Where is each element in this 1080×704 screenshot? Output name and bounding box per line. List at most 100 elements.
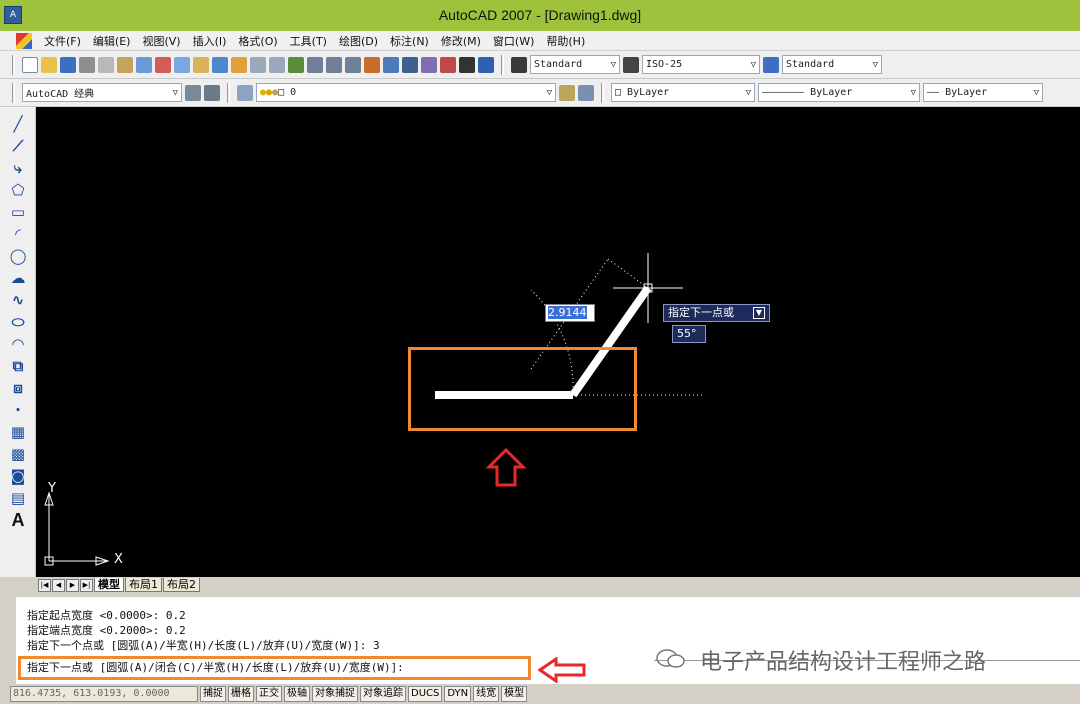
3d-dwf-icon[interactable] bbox=[136, 56, 152, 73]
tab-layout1[interactable]: 布局1 bbox=[125, 578, 162, 592]
toggle-grid[interactable]: 栅格 bbox=[228, 686, 254, 702]
line-icon[interactable]: ╱ bbox=[0, 113, 36, 135]
toggle-polar[interactable]: 极轴 bbox=[284, 686, 310, 702]
layer-select[interactable]: ●●●□ 0 ▽ bbox=[256, 83, 556, 102]
drawing-canvas[interactable]: Y X 2.9144 指定下一点或 ▼ 55° bbox=[36, 107, 1080, 577]
chevron-down-icon: ▽ bbox=[546, 87, 552, 98]
table-style-select[interactable]: Standard ▽ bbox=[782, 55, 882, 74]
toggle-ducs[interactable]: DUCS bbox=[408, 686, 443, 702]
down-arrow-key-icon[interactable]: ▼ bbox=[753, 307, 765, 319]
block-editor-icon[interactable] bbox=[231, 56, 247, 73]
workspace-select[interactable]: AutoCAD 经典 ▽ bbox=[22, 83, 182, 102]
dim-style-select[interactable]: ISO-25 ▽ bbox=[642, 55, 760, 74]
print-icon[interactable] bbox=[79, 56, 95, 73]
menu-edit[interactable]: 编辑(E) bbox=[87, 33, 137, 49]
next-tab-icon[interactable]: ▶ bbox=[66, 578, 79, 592]
toolbar-grip[interactable] bbox=[12, 82, 15, 103]
zoom-window-icon[interactable] bbox=[326, 56, 342, 73]
linetype-select[interactable]: ——————— ByLayer ▽ bbox=[758, 83, 920, 102]
paste-icon[interactable] bbox=[193, 56, 209, 73]
toolbar-grip[interactable] bbox=[501, 54, 504, 75]
spline-icon[interactable]: ∿ bbox=[0, 289, 36, 311]
menu-modify[interactable]: 修改(M) bbox=[435, 33, 487, 49]
toggle-ortho[interactable]: 正交 bbox=[256, 686, 282, 702]
design-center-icon[interactable] bbox=[383, 56, 399, 73]
make-block-icon[interactable]: ⧈ bbox=[0, 377, 36, 399]
insert-block-icon[interactable]: ⧉ bbox=[0, 355, 36, 377]
dynamic-angle-input[interactable]: 55° bbox=[672, 325, 706, 343]
dynamic-length-input[interactable]: 2.9144 bbox=[545, 304, 595, 322]
revcloud-icon[interactable]: ☁ bbox=[0, 267, 36, 289]
ellipse-icon[interactable]: ⬭ bbox=[0, 311, 36, 333]
open-file-icon[interactable] bbox=[41, 56, 57, 73]
arc-icon[interactable]: ◜ bbox=[0, 223, 36, 245]
match-properties-icon[interactable] bbox=[212, 56, 228, 73]
text-style-select[interactable]: Standard ▽ bbox=[530, 55, 620, 74]
layer-properties-icon[interactable] bbox=[237, 84, 253, 101]
multiline-text-icon[interactable]: A bbox=[0, 509, 36, 531]
calculator-icon[interactable] bbox=[459, 56, 475, 73]
cut-icon[interactable] bbox=[155, 56, 171, 73]
properties-icon[interactable] bbox=[364, 56, 380, 73]
circle-icon[interactable]: ◯ bbox=[0, 245, 36, 267]
toolbar-grip[interactable] bbox=[601, 82, 604, 103]
tab-model[interactable]: 模型 bbox=[94, 578, 124, 592]
pan-icon[interactable] bbox=[288, 56, 304, 73]
first-tab-icon[interactable]: |◀ bbox=[38, 578, 51, 592]
polyline-icon[interactable]: ⤷ bbox=[0, 157, 36, 179]
toolbar-grip[interactable] bbox=[227, 82, 230, 103]
polygon-icon[interactable]: ⬠ bbox=[0, 179, 36, 201]
tab-layout2[interactable]: 布局2 bbox=[163, 578, 200, 592]
plot-preview-icon[interactable] bbox=[98, 56, 114, 73]
new-file-icon[interactable] bbox=[22, 56, 38, 73]
rectangle-icon[interactable]: ▭ bbox=[0, 201, 36, 223]
lineweight-select[interactable]: —— ByLayer ▽ bbox=[923, 83, 1043, 102]
ellipse-arc-icon[interactable]: ◠ bbox=[0, 333, 36, 355]
menu-help[interactable]: 帮助(H) bbox=[540, 33, 591, 49]
prev-tab-icon[interactable]: ◀ bbox=[52, 578, 65, 592]
help-icon[interactable] bbox=[478, 56, 494, 73]
document-icon[interactable] bbox=[16, 32, 32, 49]
region-icon[interactable]: ◙ bbox=[0, 465, 36, 487]
markup-icon[interactable] bbox=[440, 56, 456, 73]
make-layer-current-icon[interactable] bbox=[559, 84, 575, 101]
menu-view[interactable]: 视图(V) bbox=[136, 33, 186, 49]
watermark-text: 电子产品结构设计工程师之路 bbox=[700, 649, 987, 674]
menu-file[interactable]: 文件(F) bbox=[38, 33, 87, 49]
workspace-save-icon[interactable] bbox=[204, 84, 220, 101]
copy-icon[interactable] bbox=[174, 56, 190, 73]
toggle-otrack[interactable]: 对象追踪 bbox=[360, 686, 406, 702]
menu-window[interactable]: 窗口(W) bbox=[487, 33, 540, 49]
toggle-model[interactable]: 模型 bbox=[501, 686, 528, 702]
table-icon[interactable]: ▤ bbox=[0, 487, 36, 509]
toolbar-grip[interactable] bbox=[12, 54, 15, 75]
toggle-dyn[interactable]: DYN bbox=[444, 686, 472, 702]
menu-insert[interactable]: 插入(I) bbox=[187, 33, 233, 49]
point-icon[interactable]: · bbox=[0, 399, 36, 421]
menu-tools[interactable]: 工具(T) bbox=[284, 33, 333, 49]
zoom-previous-icon[interactable] bbox=[345, 56, 361, 73]
publish-icon[interactable] bbox=[117, 56, 133, 73]
command-window-grip[interactable] bbox=[0, 597, 16, 684]
tool-palettes-icon[interactable] bbox=[402, 56, 418, 73]
layer-previous-icon[interactable] bbox=[578, 84, 594, 101]
last-tab-icon[interactable]: ▶| bbox=[80, 578, 93, 592]
toggle-lineweight[interactable]: 线宽 bbox=[473, 686, 500, 702]
ucs-x-label: X bbox=[114, 552, 123, 567]
redo-icon[interactable] bbox=[269, 56, 285, 73]
sheet-set-icon[interactable] bbox=[421, 56, 437, 73]
hatch-icon[interactable]: ▦ bbox=[0, 421, 36, 443]
coordinate-readout: 816.4735, 613.0193, 0.0000 bbox=[10, 686, 198, 702]
workspace-settings-icon[interactable] bbox=[185, 84, 201, 101]
menu-draw[interactable]: 绘图(D) bbox=[333, 33, 384, 49]
undo-icon[interactable] bbox=[250, 56, 266, 73]
zoom-realtime-icon[interactable] bbox=[307, 56, 323, 73]
menu-dimension[interactable]: 标注(N) bbox=[384, 33, 435, 49]
gradient-icon[interactable]: ▩ bbox=[0, 443, 36, 465]
menu-format[interactable]: 格式(O) bbox=[232, 33, 283, 49]
color-select[interactable]: □ ByLayer ▽ bbox=[611, 83, 755, 102]
toggle-osnap[interactable]: 对象捕捉 bbox=[312, 686, 358, 702]
save-icon[interactable] bbox=[60, 56, 76, 73]
toggle-snap[interactable]: 捕捉 bbox=[200, 686, 226, 702]
construction-line-icon[interactable]: ⟋ bbox=[0, 135, 36, 157]
